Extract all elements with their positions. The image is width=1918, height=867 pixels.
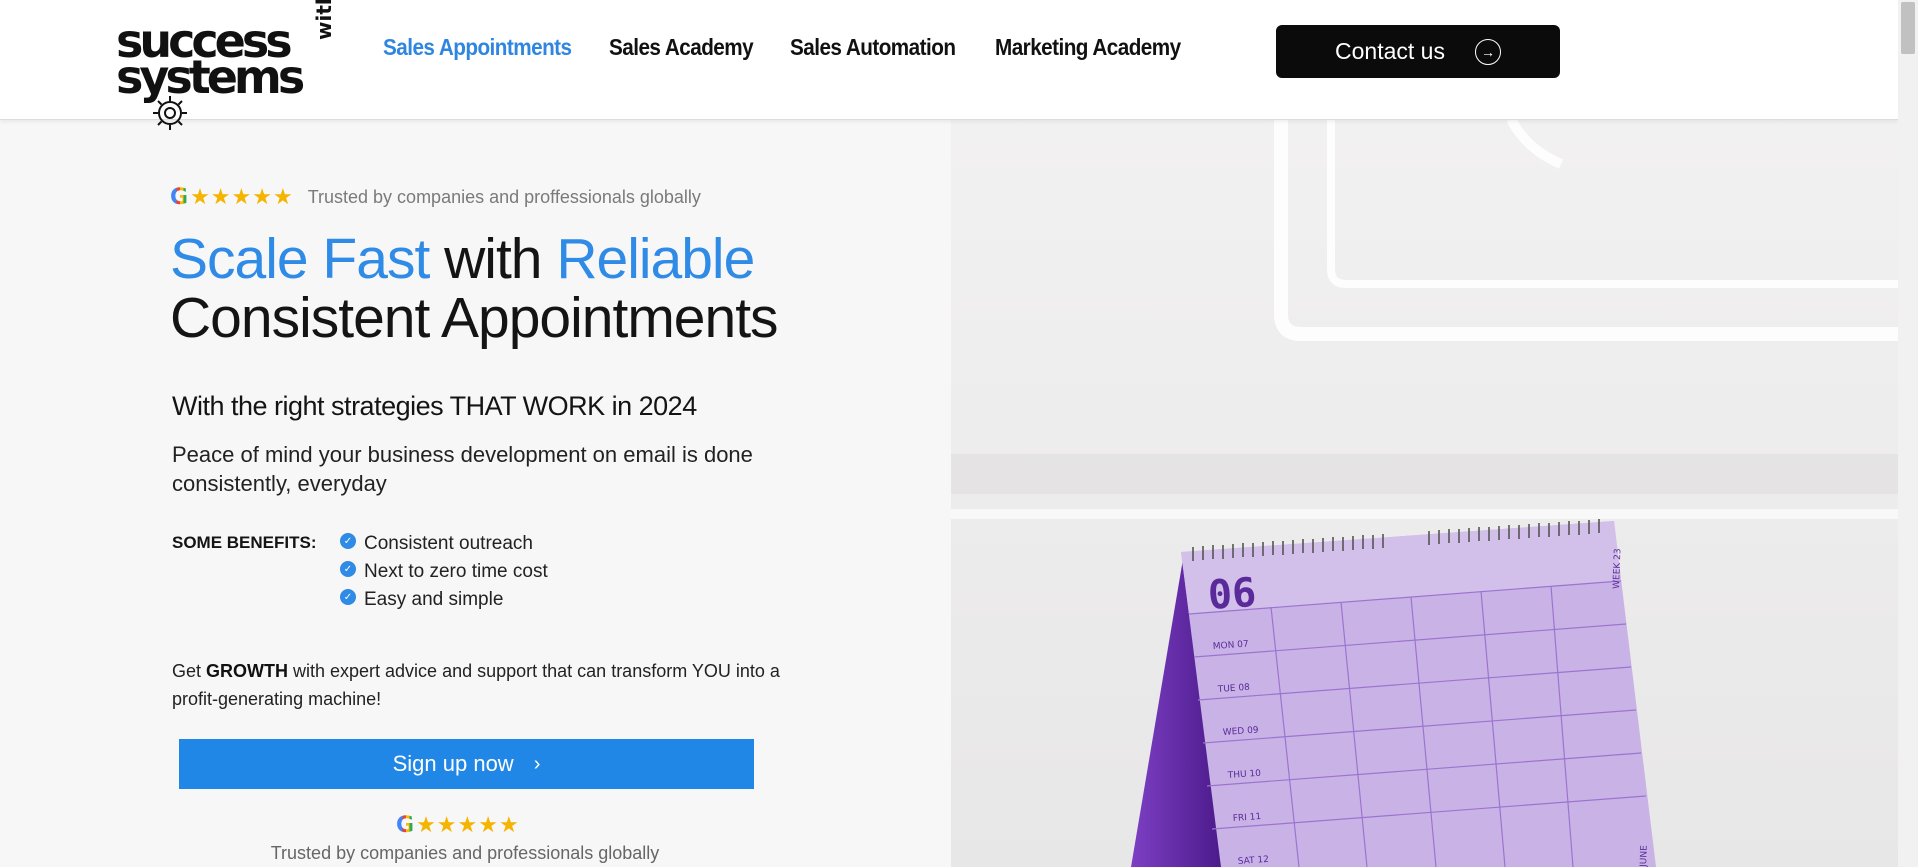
benefit-item: ✓ Easy and simple [340,586,548,614]
nav-item-sales-automation[interactable]: Sales Automation [790,34,956,61]
nav-item-sales-academy[interactable]: Sales Academy [609,34,754,61]
scrollbar-thumb[interactable] [1901,2,1915,54]
google-icon: G [170,184,189,210]
benefit-item: ✓ Consistent outreach [340,530,548,558]
hero-title-with: with [429,227,557,291]
rating-badge-bottom: G ★★★★★ [396,812,520,838]
circle-arrow-right-icon: → [1474,38,1501,65]
benefit-text: Next to zero time cost [364,561,548,582]
hero-subheading: With the right strategies THAT WORK in 2… [172,391,697,421]
logo-word-with: with [312,0,336,40]
calendar-month-number: 06 [1206,570,1257,619]
page-scrollbar[interactable] [1898,0,1918,867]
star-icon: ★★★★★ [190,184,294,209]
benefit-text: Consistent outreach [364,533,533,554]
site-logo[interactable]: success systems with [116,0,336,138]
calendar-day-label: FRI 11 [1233,812,1262,824]
hero-title: Scale Fast with Reliable Consistent Appo… [170,230,779,350]
trusted-text: Trusted by companies and proffessionals … [307,186,701,207]
contact-us-button[interactable]: Contact us → [1276,25,1560,78]
benefit-item: ✓ Next to zero time cost [340,558,548,586]
gear-icon [153,96,187,130]
check-circle-icon: ✓ [340,589,356,605]
nav-item-marketing-academy[interactable]: Marketing Academy [995,34,1181,61]
google-icon: G [396,812,415,838]
star-icon: ★★★★★ [416,812,520,837]
calendar-photo: 06 MON 07 TUE 08 WED 09 THU 10 FRI 11 SA… [951,119,1898,867]
benefit-text: Easy and simple [364,589,504,610]
hero-image: 06 MON 07 TUE 08 WED 09 THU 10 FRI 11 SA… [951,119,1898,867]
growth-text: Get GROWTH with expert advice and suppor… [172,657,792,713]
benefits-list: ✓ Consistent outreach ✓ Next to zero tim… [340,530,548,614]
site-header: success systems with Sales Appointments … [0,0,1898,130]
logo-word-systems: systems [116,50,305,104]
calendar-week-label: WEEK 23 [1612,548,1623,589]
contact-us-label: Contact us [1335,38,1445,64]
calendar-month-label: JUNE [1639,845,1650,867]
check-circle-icon: ✓ [340,533,356,549]
sign-up-button[interactable]: Sign up now › [179,739,754,789]
growth-bold: GROWTH [206,661,288,681]
nav-item-sales-appointments[interactable]: Sales Appointments [383,34,572,61]
hero-description: Peace of mind your business development … [172,442,753,496]
benefits-label: SOME BENEFITS: [172,533,317,552]
hero-title-line2: Consistent Appointments [170,286,779,350]
trusted-text-bottom: Trusted by companies and professionals g… [270,843,660,863]
rating-badge-top: G ★★★★★ Trusted by companies and proffes… [170,184,701,210]
check-circle-icon: ✓ [340,561,356,577]
hero-title-reliable: Reliable [556,227,755,291]
hero-title-scale-fast: Scale Fast [170,227,430,291]
sign-up-label: Sign up now [392,751,514,776]
hero-title-line1: Scale Fast with Reliable [170,230,778,289]
growth-prefix: Get [172,661,207,681]
chevron-right-icon: › [533,752,541,775]
